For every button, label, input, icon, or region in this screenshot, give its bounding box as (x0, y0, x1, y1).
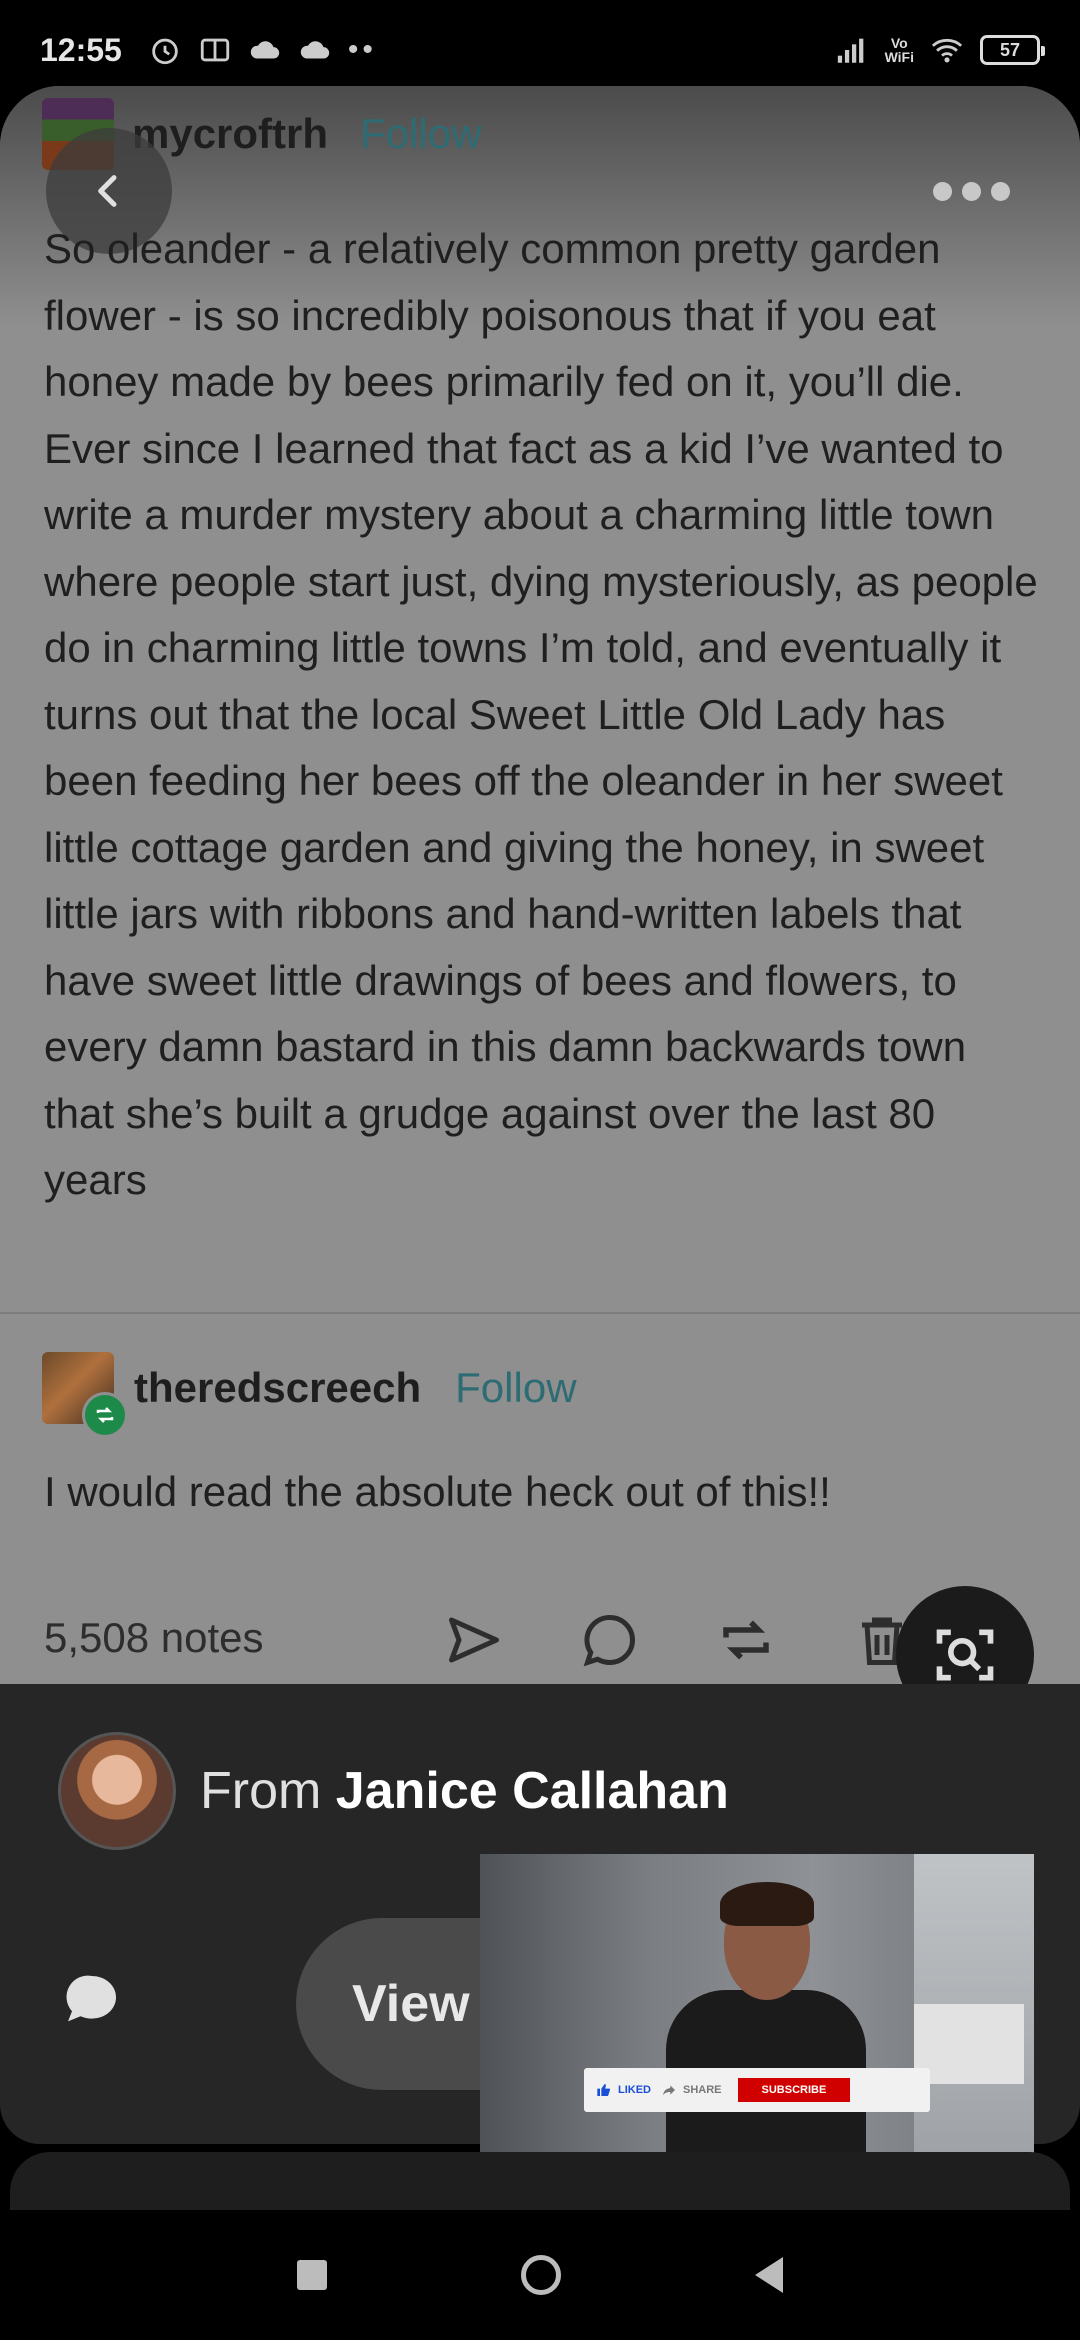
book-icon (198, 33, 232, 67)
chat-icon[interactable] (60, 1968, 124, 2032)
share-arrow-icon (663, 2085, 675, 2096)
share-button[interactable]: SHARE (661, 2082, 722, 2098)
dot-icon (962, 182, 981, 201)
subscribe-button[interactable]: SUBSCRIBE (737, 2078, 851, 2102)
thumbs-up-icon (597, 2084, 610, 2096)
status-right: Vo WiFi 57 (835, 33, 1045, 67)
reblog-author-row: theredscreech Follow (42, 1352, 577, 1438)
status-left: 12:55 •• (40, 32, 377, 69)
comment-icon[interactable] (580, 1610, 640, 1670)
sender-avatar[interactable] (58, 1732, 176, 1850)
chevron-left-icon (98, 175, 117, 207)
cloud-upload-icon (248, 33, 282, 67)
signal-icon (835, 33, 869, 67)
status-time: 12:55 (40, 31, 122, 68)
post-body: So oleander - a relatively common pretty… (44, 225, 1038, 1203)
dot-icon (991, 182, 1010, 201)
video-person-hair (720, 1882, 814, 1926)
video-overlay[interactable]: LIKED SHARE SUBSCRIBE (480, 1854, 1034, 2162)
from-text: From Janice Callahan (200, 1761, 729, 1821)
video-dresser (914, 2004, 1024, 2084)
liked-label: LIKED (618, 2084, 651, 2096)
send-icon[interactable] (444, 1610, 504, 1670)
navigation-bar (0, 2210, 1080, 2340)
reblog-avatar[interactable] (42, 1352, 128, 1438)
back-nav-button[interactable] (755, 2257, 783, 2293)
recents-button[interactable] (297, 2260, 327, 2290)
search-icon (936, 1629, 994, 1681)
reblog-author-name[interactable]: theredscreech (134, 1364, 421, 1412)
reblog-icon[interactable] (716, 1610, 776, 1670)
liked-button[interactable]: LIKED (596, 2082, 651, 2098)
next-card-peek (10, 2152, 1070, 2212)
lens-search-button[interactable] (896, 1586, 1034, 1686)
reblog-badge-icon (82, 1392, 128, 1438)
from-prefix: From (200, 1762, 322, 1820)
home-button[interactable] (521, 2255, 561, 2295)
cloud-upload-icon (298, 33, 332, 67)
post-card: mycroftrh Follow So oleander - a relativ… (0, 86, 1080, 1686)
wifi-icon (930, 33, 964, 67)
from-row: From Janice Callahan (58, 1732, 729, 1850)
notes-row: 5,508 notes (44, 1606, 1044, 1676)
author-name[interactable]: mycroftrh (132, 110, 328, 158)
divider (0, 1312, 1080, 1314)
more-notifications-icon: •• (347, 33, 377, 66)
dot-icon (933, 182, 952, 201)
video-subscribe-bar: LIKED SHARE SUBSCRIBE (584, 2068, 930, 2112)
reblog-follow-button[interactable]: Follow (455, 1364, 576, 1412)
share-label: SHARE (683, 2084, 722, 2096)
battery-indicator: 57 (980, 35, 1045, 65)
alarm-icon (148, 33, 182, 67)
notes-count[interactable]: 5,508 notes (44, 1614, 264, 1662)
more-options-button[interactable] (933, 182, 1010, 201)
reblog-text: I would read the absolute heck out of th… (44, 1468, 831, 1515)
vowifi-label: Vo WiFi (884, 35, 914, 65)
follow-button[interactable]: Follow (360, 110, 481, 158)
status-bar: 12:55 •• Vo WiFi 57 (0, 0, 1080, 100)
sender-name[interactable]: Janice Callahan (336, 1762, 729, 1820)
